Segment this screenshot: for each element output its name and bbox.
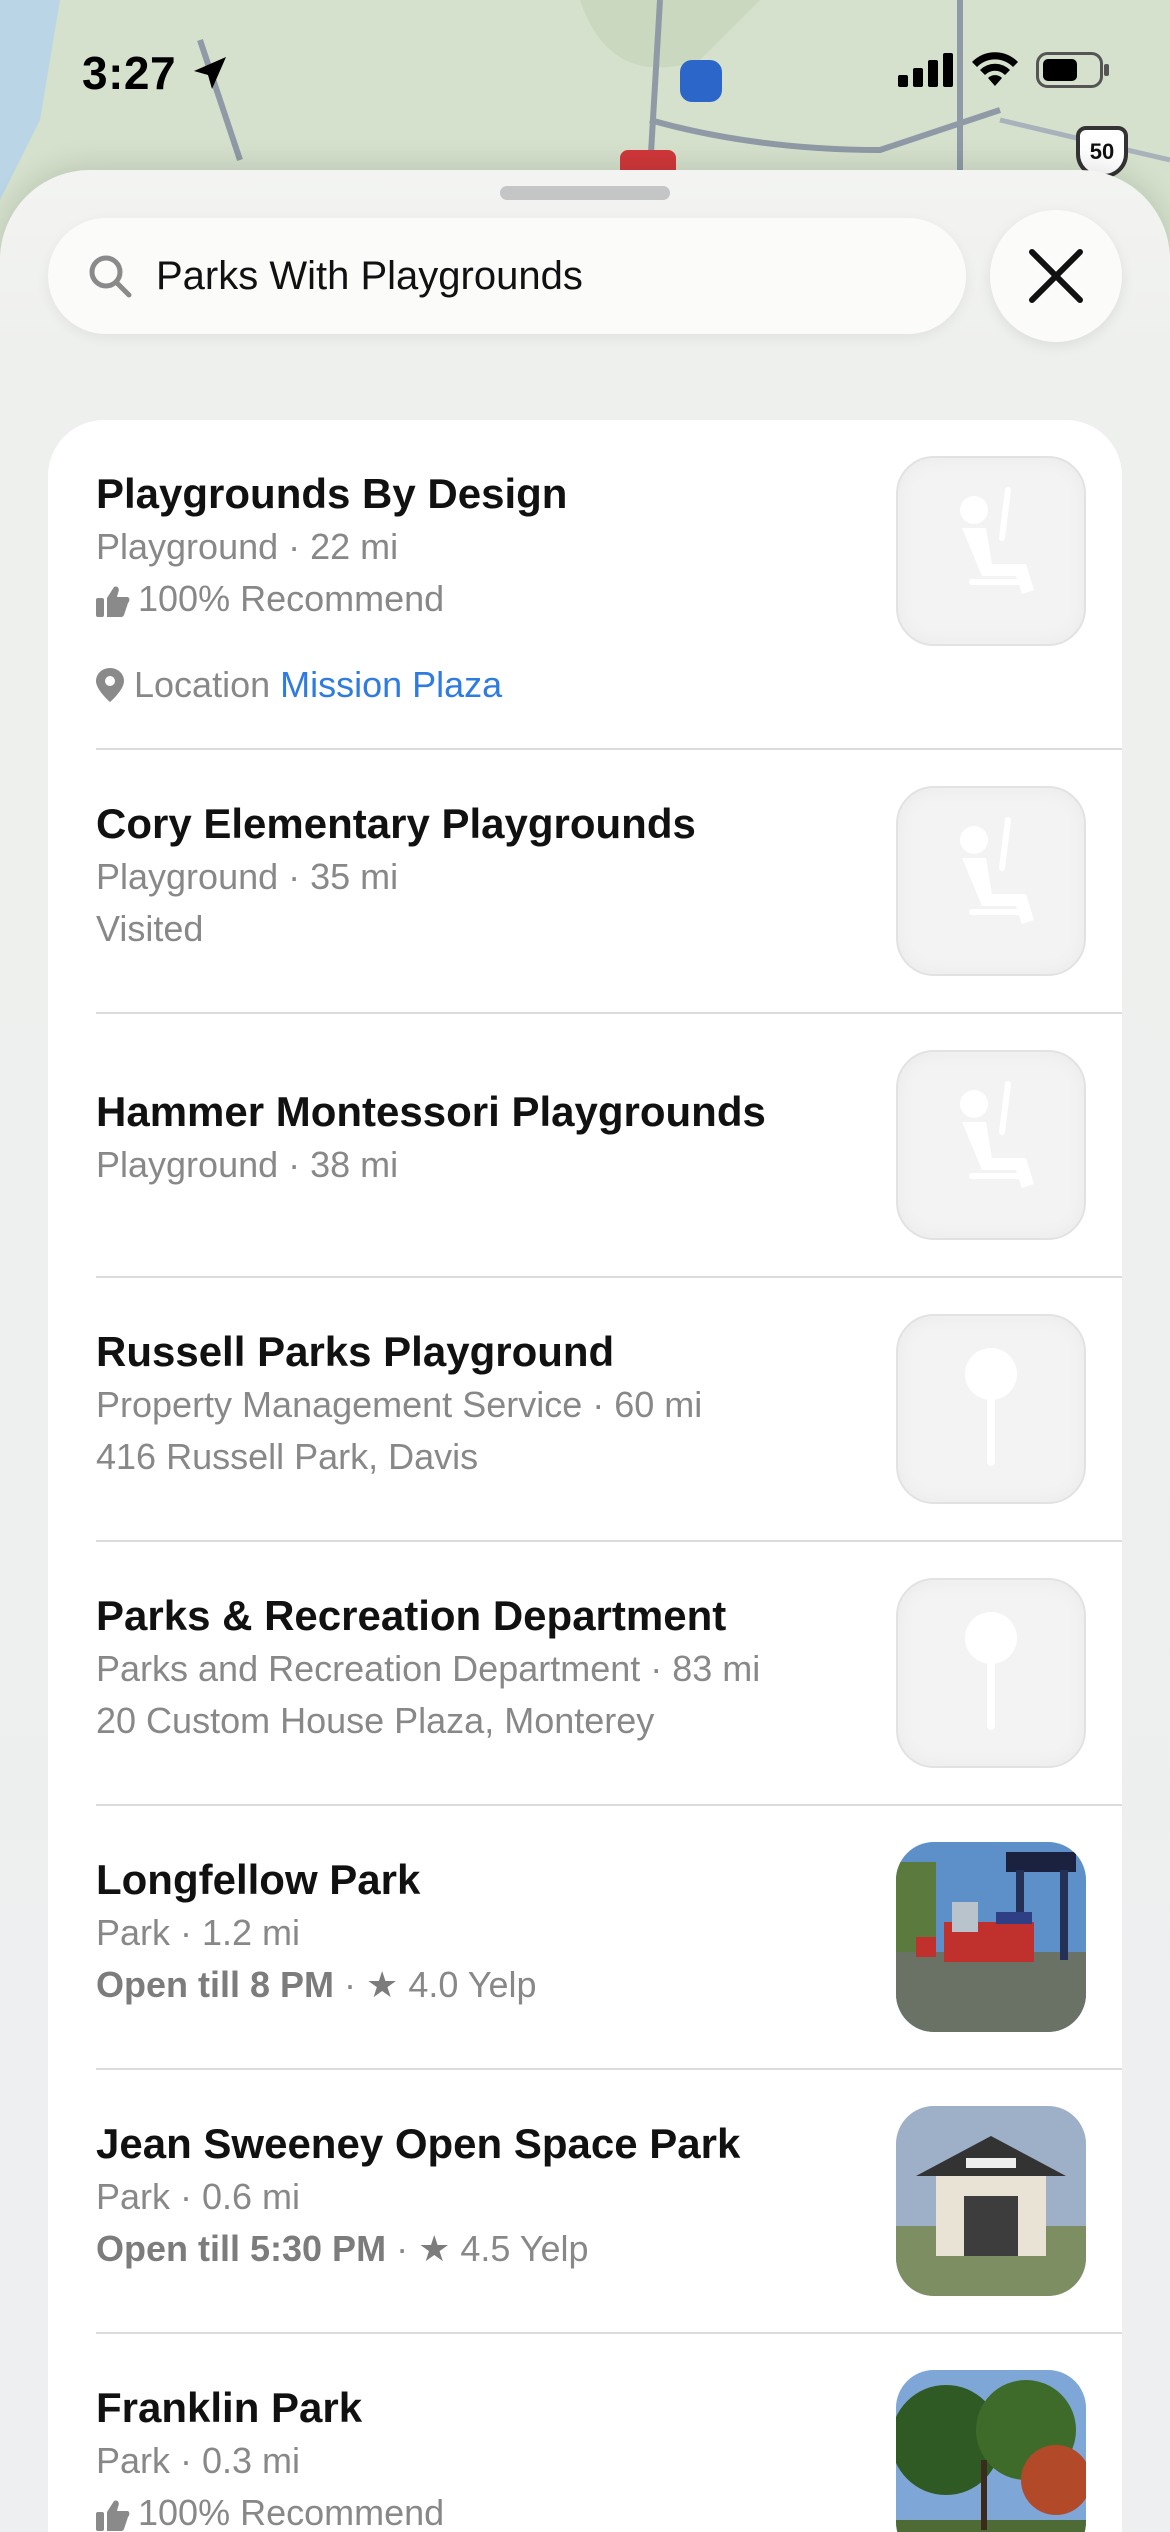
list-item[interactable]: Longfellow Park Park · 1.2 mi Open till … [48, 1806, 1122, 2070]
search-query[interactable]: Parks With Playgrounds [156, 254, 583, 299]
result-title: Cory Elementary Playgrounds [96, 800, 696, 847]
open-hours: Open till 5:30 PM [96, 2228, 387, 2269]
result-thumbnail [896, 1050, 1086, 1240]
result-title: Longfellow Park [96, 1856, 421, 1903]
sheet-grabber[interactable] [500, 186, 670, 200]
result-thumbnail [896, 1578, 1086, 1768]
rating-text: 4.5 Yelp [460, 2228, 589, 2269]
result-thumbnail [896, 456, 1086, 646]
results-list: Playgrounds By Design Playground · 22 mi… [48, 420, 1122, 2532]
playground-photo [896, 1842, 1086, 2032]
list-item[interactable]: Jean Sweeney Open Space Park Park · 0.6 … [48, 2070, 1122, 2334]
status-bar: 3:27 [0, 0, 1170, 150]
list-item[interactable]: Parks & Recreation Department Parks and … [48, 1542, 1122, 1806]
playground-icon [960, 487, 1034, 594]
result-category: Property Management Service · 60 mi [96, 1384, 703, 1425]
trees-photo [896, 2370, 1086, 2532]
star-icon: ★ [366, 1964, 399, 2005]
result-title: Parks & Recreation Department [96, 1592, 727, 1639]
wifi-icon [972, 52, 1018, 86]
result-category: Playground · 38 mi [96, 1144, 399, 1185]
open-hours: Open till 8 PM [96, 1964, 335, 2005]
pin-icon [965, 1348, 1017, 1466]
list-item[interactable]: Russell Parks Playground Property Manage… [48, 1278, 1122, 1542]
result-address: 416 Russell Park, Davis [96, 1436, 479, 1477]
result-address: 20 Custom House Plaza, Monterey [96, 1700, 655, 1741]
result-visited: Visited [96, 908, 204, 949]
location-line: Location Mission Plaza [96, 664, 502, 706]
search-field[interactable]: Parks With Playgrounds [48, 218, 966, 334]
result-thumbnail [896, 2370, 1086, 2532]
result-thumbnail [896, 2106, 1086, 2296]
list-item[interactable]: Cory Elementary Playgrounds Playground ·… [48, 750, 1122, 1014]
result-title: Franklin Park [96, 2384, 363, 2431]
location-link[interactable]: Mission Plaza [280, 664, 502, 706]
result-title: Hammer Montessori Playgrounds [96, 1088, 766, 1135]
result-category: Playground · 22 mi [96, 526, 399, 567]
cellular-signal-icon [898, 53, 953, 87]
result-recommend: 100% Recommend [96, 2492, 444, 2532]
star-icon: ★ [418, 2228, 451, 2269]
search-results-sheet: Parks With Playgrounds Playgrounds By De… [0, 170, 1170, 2532]
result-category: Park · 0.3 mi [96, 2440, 301, 2481]
separator-dot: · [344, 1964, 367, 2005]
result-recommend: 100% Recommend [96, 578, 444, 620]
pin-icon [965, 1612, 1017, 1730]
result-hours-rating: Open till 8 PM · ★ 4.0 Yelp [96, 1964, 537, 2006]
playground-icon [960, 817, 1034, 924]
list-item[interactable]: Playgrounds By Design Playground · 22 mi… [48, 420, 1122, 750]
result-hours-rating: Open till 5:30 PM · ★ 4.5 Yelp [96, 2228, 589, 2270]
result-title: Jean Sweeney Open Space Park [96, 2120, 741, 2167]
result-category: Park · 1.2 mi [96, 1912, 301, 1953]
status-time-group: 3:27 [82, 46, 230, 100]
playground-icon [960, 1081, 1034, 1188]
result-category: Playground · 35 mi [96, 856, 399, 897]
status-time: 3:27 [82, 47, 177, 99]
thumbs-up-icon [96, 2500, 130, 2532]
recommend-text: 100% Recommend [138, 578, 445, 619]
search-icon [89, 255, 132, 298]
thumbs-up-icon [96, 586, 130, 618]
result-thumbnail [896, 1314, 1086, 1504]
result-category: Park · 0.6 mi [96, 2176, 301, 2217]
separator-dot: · [396, 2228, 419, 2269]
location-label: Location [134, 664, 271, 705]
battery-icon [1036, 52, 1109, 88]
recommend-text: 100% Recommend [138, 2492, 445, 2532]
result-title: Playgrounds By Design [96, 470, 568, 517]
rating-text: 4.0 Yelp [408, 1964, 537, 2005]
result-category: Parks and Recreation Department · 83 mi [96, 1648, 761, 1689]
close-button[interactable] [990, 210, 1122, 342]
location-pin-icon [96, 668, 124, 702]
result-thumbnail [896, 786, 1086, 976]
location-arrow-icon [194, 57, 227, 89]
result-thumbnail [896, 1842, 1086, 2032]
gazebo-photo [896, 2106, 1086, 2296]
list-item[interactable]: Hammer Montessori Playgrounds Playground… [48, 1014, 1122, 1278]
status-indicators [898, 52, 1110, 88]
list-item[interactable]: Franklin Park Park · 0.3 mi 100% Recomme… [48, 2334, 1122, 2532]
result-title: Russell Parks Playground [96, 1328, 615, 1375]
close-icon [1029, 249, 1083, 303]
